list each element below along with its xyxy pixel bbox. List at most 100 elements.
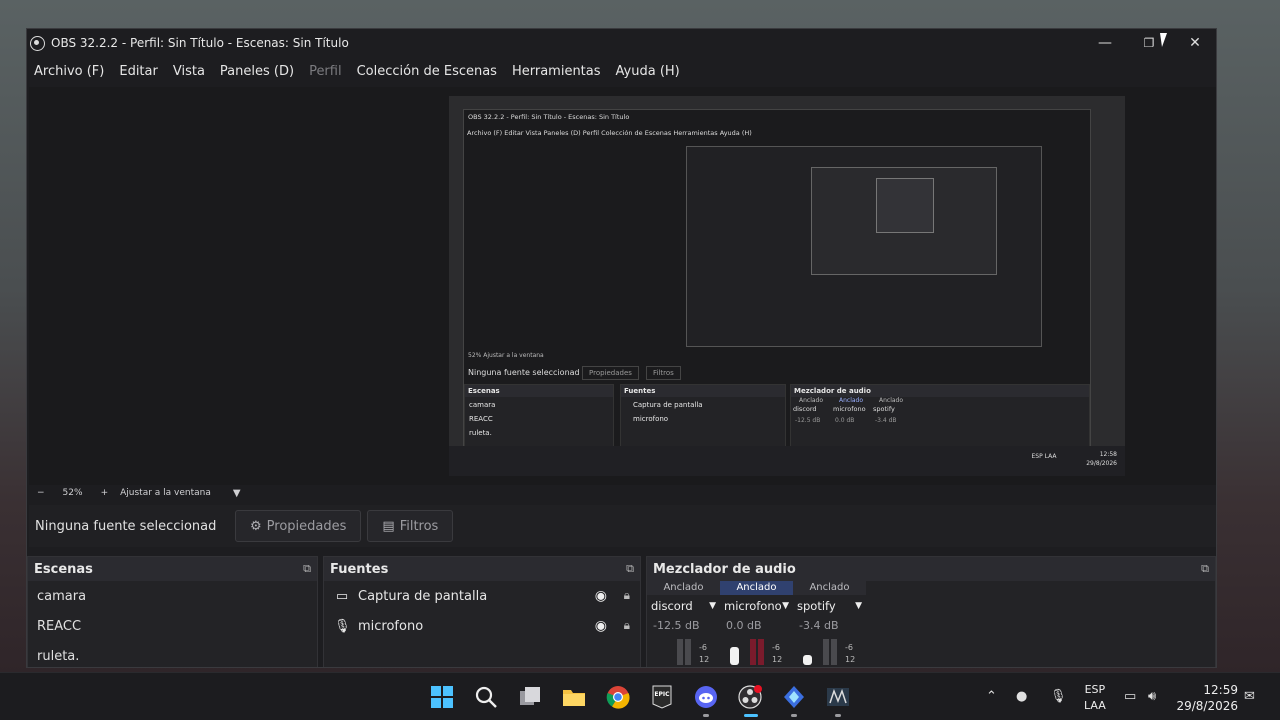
scale-label: -6 — [699, 643, 707, 652]
obs-window: OBS 32.2.2 - Perfil: Sin Título - Escena… — [26, 28, 1217, 668]
task-view-icon[interactable] — [518, 685, 542, 709]
scene-item-camara[interactable]: camara — [28, 581, 317, 611]
nested-source-item: microfono — [633, 415, 669, 423]
undock-icon[interactable]: ⧉ — [1201, 562, 1209, 576]
scenes-dock: Escenas ⧉ camara REACC ruleta. — [27, 556, 318, 667]
lock-icon[interactable]: 🔒︎ — [624, 588, 630, 603]
nested-source-item: Captura de pantalla — [633, 401, 703, 409]
nested-channel-name: discord — [793, 405, 817, 413]
game-icon[interactable] — [826, 685, 850, 709]
epic-games-icon[interactable]: EPIC — [650, 685, 674, 709]
chevron-up-icon[interactable]: ⌃ — [986, 689, 997, 704]
nested-zoom: 52% Ajustar a la ventana — [468, 352, 544, 359]
source-label: Captura de pantalla — [358, 588, 488, 604]
menu-archivo[interactable]: Archivo (F) — [34, 64, 104, 79]
preview-canvas[interactable]: OBS 32.2.2 - Perfil: Sin Título - Escena… — [449, 96, 1125, 476]
filter-icon: ▤ — [382, 518, 395, 534]
anchor-label[interactable]: Anclado — [793, 581, 866, 595]
nested-anchor: Anclado — [799, 397, 824, 404]
chrome-icon[interactable] — [606, 685, 630, 709]
volume-slider-handle[interactable] — [803, 655, 812, 665]
properties-button[interactable]: ⚙ Propiedades — [235, 510, 362, 542]
language-indicator[interactable]: ESP LAA — [1084, 682, 1106, 714]
zoom-dropdown-icon[interactable]: ▼ — [233, 488, 241, 499]
zoom-value: 52% — [62, 488, 83, 498]
undock-icon[interactable]: ⧉ — [626, 562, 634, 576]
volume-icon[interactable]: 🔊︎ — [1148, 689, 1156, 704]
anchor-label[interactable]: Anclado — [720, 581, 793, 595]
channel-name-dropdown[interactable]: discord ▼ — [647, 599, 720, 613]
date: 29/8/2026 — [1176, 699, 1238, 713]
menu-editar[interactable]: Editar — [119, 64, 158, 79]
source-toolbar: Ninguna fuente seleccionad ⚙ Propiedades… — [29, 505, 1216, 547]
notification-icon[interactable]: ✉ — [1244, 689, 1255, 704]
zoom-in-button[interactable]: + — [101, 488, 109, 498]
running-indicator — [835, 714, 841, 717]
zoom-out-button[interactable]: − — [37, 488, 45, 498]
microphone-icon[interactable]: 🎙︎ — [1050, 689, 1067, 704]
anchor-label[interactable]: Anclado — [647, 581, 720, 595]
preview-area[interactable]: OBS 32.2.2 - Perfil: Sin Título - Escena… — [29, 87, 1216, 485]
windows-start-icon[interactable] — [430, 685, 454, 709]
menu-vista[interactable]: Vista — [173, 64, 205, 79]
title-bar: OBS 32.2.2 - Perfil: Sin Título - Escena… — [27, 29, 1216, 57]
nested-channel-db: -3.4 dB — [875, 417, 897, 424]
file-explorer-icon[interactable] — [562, 685, 586, 709]
nested-scene-item: ruleta. — [469, 429, 492, 437]
volume-slider-handle[interactable] — [730, 647, 739, 665]
microphone-icon: 🎙︎ — [334, 618, 351, 634]
menu-herramientas[interactable]: Herramientas — [512, 64, 601, 79]
channel-name-dropdown[interactable]: spotify ▼ — [793, 599, 866, 613]
mixer-channel-microfono: Anclado microfono ▼ 0.0 dB -6 12 — [720, 581, 793, 667]
filters-button[interactable]: ▤ Filtros — [367, 510, 454, 542]
scale-label: -6 — [845, 643, 853, 652]
scale-label: 12 — [699, 655, 710, 664]
network-icon[interactable]: ▭ — [1124, 689, 1136, 704]
app-icon[interactable] — [782, 685, 806, 709]
search-icon[interactable] — [474, 685, 498, 709]
eye-icon[interactable]: ◉ — [595, 588, 607, 604]
level-meter — [831, 639, 837, 665]
lock-icon[interactable]: 🔒︎ — [624, 618, 630, 633]
undock-icon[interactable]: ⧉ — [303, 562, 311, 576]
scene-item-ruleta[interactable]: ruleta. — [28, 641, 317, 667]
source-item-microfono[interactable]: 🎙︎ microfono ◉ 🔒︎ — [324, 611, 640, 641]
minimize-button[interactable]: — — [1082, 29, 1128, 57]
channel-name-dropdown[interactable]: microfono ▼ — [720, 599, 793, 613]
discord-icon[interactable] — [694, 685, 718, 709]
nested-time: 12:58 — [1099, 451, 1117, 458]
chevron-down-icon: ▼ — [782, 601, 789, 611]
source-item-captura[interactable]: ▭ Captura de pantalla ◉ 🔒︎ — [324, 581, 640, 611]
discord-tray-icon[interactable]: ● — [1016, 689, 1027, 704]
taskbar: EPIC ⌃ ● 🎙︎ ESP LAA ▭ 🔊︎ 12:59 29/8/2026… — [0, 672, 1280, 720]
clock[interactable]: 12:59 29/8/2026 — [1176, 682, 1238, 714]
running-indicator — [703, 714, 709, 717]
obs-icon[interactable] — [738, 685, 762, 709]
obs-icon — [30, 35, 45, 51]
nested-menu: Archivo (F) Editar Vista Paneles (D) Per… — [467, 129, 752, 137]
nested-channel-db: -12.5 dB — [795, 417, 821, 424]
channel-db: -12.5 dB — [653, 619, 700, 632]
sources-dock: Fuentes ⧉ ▭ Captura de pantalla ◉ 🔒︎ 🎙︎ … — [323, 556, 641, 667]
nested-mixer-title: Mezclador de audio — [791, 385, 1089, 397]
scale-label: 12 — [845, 655, 856, 664]
menu-ayuda[interactable]: Ayuda (H) — [616, 64, 680, 79]
menu-coleccion-escenas[interactable]: Colección de Escenas — [357, 64, 497, 79]
eye-icon[interactable]: ◉ — [595, 618, 607, 634]
scene-item-reacc[interactable]: REACC — [28, 611, 317, 641]
nested-channel-db: 0.0 dB — [835, 417, 855, 424]
nested-filters: Filtros — [646, 366, 681, 380]
fit-to-window[interactable]: Ajustar a la ventana — [120, 488, 211, 498]
menu-paneles[interactable]: Paneles (D) — [220, 64, 294, 79]
source-label: microfono — [358, 618, 424, 634]
nested-sources-title: Fuentes — [621, 385, 785, 397]
close-button[interactable]: ✕ — [1172, 29, 1216, 57]
menu-bar: Archivo (F) Editar Vista Paneles (D) Per… — [27, 59, 695, 83]
nested-lang: ESP LAA — [1031, 453, 1057, 460]
nested-preview-4 — [876, 178, 934, 233]
channel-db: -3.4 dB — [799, 619, 839, 632]
channel-name: spotify — [797, 599, 836, 613]
scenes-title: Escenas — [34, 561, 93, 577]
channel-name: microfono — [724, 599, 782, 613]
nested-date: 29/8/2026 — [1086, 460, 1117, 467]
